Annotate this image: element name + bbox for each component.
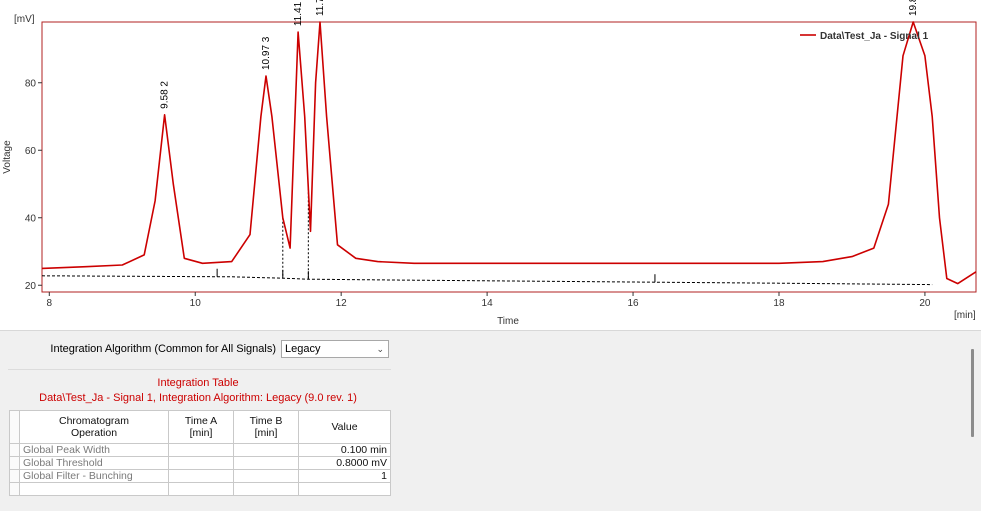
x-unit-label: [min] — [954, 310, 976, 321]
x-tick-label: 10 — [190, 298, 202, 309]
cell-time-a[interactable] — [168, 456, 234, 470]
integration-table-subtitle: Data\Test_Ja - Signal 1, Integration Alg… — [39, 392, 357, 404]
chromatogram-chart[interactable]: [mV] [min] Time Voltage 8 10 12 14 16 18 20 20 40 60 8… — [0, 0, 981, 330]
cell-time-b[interactable] — [233, 482, 299, 496]
x-tick-label: 8 — [47, 298, 53, 309]
integration-algorithm-value: Legacy — [285, 343, 321, 355]
divider — [8, 369, 391, 370]
chevron-down-icon: ⌄ — [376, 344, 384, 354]
peak-label-5: 11.71 5 — [315, 0, 326, 16]
peak-label-2: 9.58 2 — [160, 81, 171, 109]
col-header-time-a[interactable]: Time A [min] — [168, 410, 234, 444]
row-marker[interactable] — [9, 469, 20, 483]
y-tick-label: 20 — [25, 281, 37, 292]
integration-table[interactable]: Chromatogram Operation Time A [min] Time B… — [9, 410, 391, 496]
row-marker-header — [9, 410, 20, 444]
cell-operation[interactable] — [19, 482, 169, 496]
x-tick-label: 16 — [627, 298, 639, 309]
integration-table-title: Integration Table — [157, 377, 239, 389]
table-row[interactable]: Global Filter - Bunching 1 — [9, 469, 391, 483]
cell-value[interactable]: 1 — [298, 469, 391, 483]
cell-operation[interactable]: Global Threshold — [19, 456, 169, 470]
table-row[interactable]: Global Peak Width 0.100 min — [9, 443, 391, 457]
integration-algorithm-label: Integration Algorithm (Common for All Si… — [50, 343, 276, 355]
cell-value[interactable] — [298, 482, 391, 496]
cell-time-b[interactable] — [233, 469, 299, 483]
x-tick-label: 14 — [482, 298, 494, 309]
cell-operation[interactable]: Global Peak Width — [19, 443, 169, 457]
table-header-row: Chromatogram Operation Time A [min] Time B… — [9, 410, 391, 444]
peak-label-3: 10.97 3 — [261, 36, 272, 70]
y-tick-label: 80 — [25, 78, 37, 89]
x-tick-label: 20 — [919, 298, 931, 309]
plot-frame — [41, 21, 977, 293]
col-header-time-b[interactable]: Time B [min] — [233, 410, 299, 444]
y-unit-label: [mV] — [14, 14, 35, 25]
x-tick-label: 12 — [336, 298, 348, 309]
cell-time-b[interactable] — [233, 456, 299, 470]
cell-operation[interactable]: Global Filter - Bunching — [19, 469, 169, 483]
row-marker[interactable] — [9, 456, 20, 470]
legend-label: Data\Test_Ja - Signal 1 — [820, 31, 929, 42]
y-axis-title: Voltage — [2, 140, 13, 174]
cell-value[interactable]: 0.100 min — [298, 443, 391, 457]
cell-value[interactable]: 0.8000 mV — [298, 456, 391, 470]
col-header-operation[interactable]: Chromatogram Operation — [19, 410, 169, 444]
table-row-empty[interactable] — [9, 482, 391, 496]
row-marker[interactable] — [9, 482, 20, 496]
cell-time-a[interactable] — [168, 469, 234, 483]
y-tick-label: 60 — [25, 146, 37, 157]
cell-time-b[interactable] — [233, 443, 299, 457]
vertical-scrollbar[interactable] — [964, 341, 976, 511]
scrollbar-thumb[interactable] — [971, 349, 974, 437]
cell-time-a[interactable] — [168, 482, 234, 496]
table-row[interactable]: Global Threshold 0.8000 mV — [9, 456, 391, 470]
chromatogram-panel[interactable]: [mV] [min] Time Voltage 8 10 12 14 16 18 20 20 40 60 8… — [0, 0, 981, 330]
peak-label-4: 11.41 4 — [293, 0, 304, 26]
col-header-value[interactable]: Value — [298, 410, 391, 444]
peak-label-6: 19.84 6 — [908, 0, 919, 16]
cell-time-a[interactable] — [168, 443, 234, 457]
integration-algorithm-select[interactable]: Legacy ⌄ — [281, 340, 389, 358]
integration-algorithm-row: Integration Algorithm (Common for All Si… — [0, 340, 400, 360]
y-tick-label: 40 — [25, 213, 37, 224]
x-tick-label: 18 — [773, 298, 785, 309]
integration-panel: Integration Algorithm (Common for All Si… — [0, 330, 981, 511]
x-axis-title: Time — [497, 316, 519, 327]
row-marker[interactable] — [9, 443, 20, 457]
